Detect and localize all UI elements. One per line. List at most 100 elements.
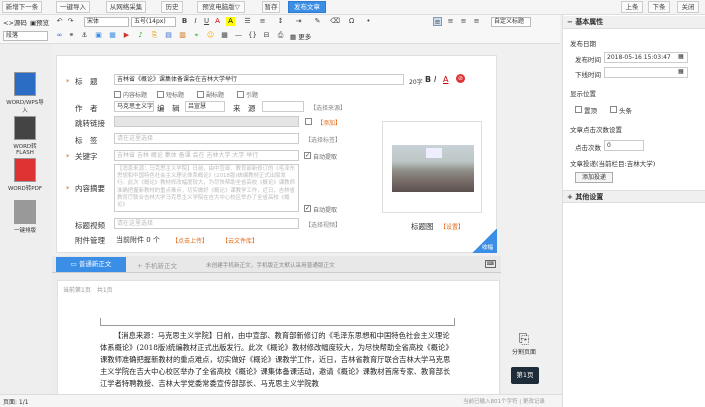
page-break-icon[interactable]: ⊟: [262, 31, 271, 40]
jump-link-checkbox[interactable]: [305, 118, 312, 125]
date-icon[interactable]: ▦: [220, 31, 229, 40]
image-icon[interactable]: ▣: [94, 31, 103, 40]
click-count-input[interactable]: 0: [604, 140, 644, 151]
page-indicator[interactable]: 第1页: [511, 367, 539, 384]
highlight-icon[interactable]: A: [226, 17, 235, 26]
basic-section-header[interactable]: − 基本属性: [563, 16, 705, 29]
bullet-icon[interactable]: •: [364, 17, 373, 26]
list-icon[interactable]: ☰: [243, 17, 252, 26]
video-icon[interactable]: ▶: [122, 31, 131, 40]
lead-title-checkbox[interactable]: [237, 91, 244, 98]
audio-icon[interactable]: ♪: [136, 31, 145, 40]
anchor-icon[interactable]: ⚓: [80, 31, 89, 40]
source-button[interactable]: <>源码: [3, 17, 27, 27]
italic-title-icon[interactable]: I: [434, 75, 436, 84]
upload-link[interactable]: 【点击上传】: [172, 236, 208, 245]
summary-auto-checkbox[interactable]: ✓: [304, 205, 311, 212]
content-title-checkbox[interactable]: [114, 91, 121, 98]
short-title-checkbox[interactable]: [157, 91, 164, 98]
keyword-auto-checkbox[interactable]: ✓: [304, 152, 311, 159]
select-video-link[interactable]: 【选择视频】: [305, 220, 341, 229]
save-draft-button[interactable]: 暂存: [262, 1, 280, 13]
word-pdf-tool[interactable]: WORD转PDF: [6, 158, 44, 192]
align-center-icon[interactable]: ≡: [446, 17, 455, 26]
editor-input[interactable]: 吕宣慧: [185, 101, 225, 112]
add-submit-button[interactable]: 添加投递: [575, 172, 613, 183]
paragraph-select[interactable]: 段落: [3, 31, 48, 41]
hr-icon[interactable]: —: [234, 31, 243, 40]
bold-title-icon[interactable]: B: [425, 75, 431, 84]
align-left-icon[interactable]: ≡: [433, 17, 442, 26]
jump-link-input[interactable]: [114, 116, 299, 127]
font-size-select[interactable]: 五号(14px): [131, 17, 176, 27]
multi-image-icon[interactable]: ▦: [108, 31, 117, 40]
color-title-icon[interactable]: A: [443, 75, 448, 84]
underline-icon[interactable]: U: [202, 17, 211, 26]
font-family-select[interactable]: 宋体: [84, 17, 129, 27]
redo-icon[interactable]: ↷: [66, 17, 75, 26]
keyword-input[interactable]: 吉林省 吉林 概论 集体 备课 会在 吉林大学 大学 举行: [114, 150, 299, 161]
preview-editor-button[interactable]: ▣预览: [30, 17, 49, 27]
close-button[interactable]: 关闭: [677, 1, 699, 13]
author-input[interactable]: 马克思主义字院: [114, 101, 154, 112]
pin-checkbox[interactable]: [575, 106, 582, 113]
special-icon[interactable]: Ω: [347, 17, 356, 26]
table-icon[interactable]: ▤: [164, 31, 173, 40]
prev-button[interactable]: 上条: [621, 1, 643, 13]
select-source-link[interactable]: 【选择来源】: [310, 103, 346, 112]
bold-icon[interactable]: B: [180, 17, 189, 26]
jump-add-link[interactable]: 【添加】: [317, 118, 341, 127]
sub-title-checkbox[interactable]: [197, 91, 204, 98]
summary-textarea[interactable]: 【消息来源：马克思主义学院】日前，由中宣部、教育部新修订的《毛泽东思想和中国特色…: [114, 164, 299, 212]
other-section-header[interactable]: + 其他设置: [563, 190, 705, 203]
word-import-tool[interactable]: WORD/WPS导入: [6, 72, 44, 114]
print-icon[interactable]: ⎙: [276, 31, 285, 40]
document-body-text[interactable]: 【消息来源：马克思主义学院】日前，由中宣部、教育部新修订的《毛泽东思想和中国特色…: [100, 330, 455, 395]
preview-pc-button[interactable]: 预览电脑版▽: [197, 1, 245, 13]
chart-icon[interactable]: ▥: [178, 31, 187, 40]
auto-layout-tool[interactable]: 一键排版: [6, 200, 44, 234]
title-style-select[interactable]: 自定义标题: [491, 17, 531, 27]
offline-time-calendar-icon[interactable]: ▦: [678, 68, 684, 75]
collect-button[interactable]: 从网络采集: [106, 1, 146, 13]
font-color-icon[interactable]: A: [213, 17, 222, 26]
title-image-set-link[interactable]: 【设置】: [440, 222, 464, 231]
erase-icon[interactable]: ⌫: [330, 17, 340, 26]
offline-time-input[interactable]: [604, 67, 688, 78]
tab-mobile-body[interactable]: + 手机新正文: [137, 260, 177, 270]
history-button[interactable]: 历史: [161, 1, 183, 13]
more-button[interactable]: ▦ 更多: [290, 31, 311, 41]
link-icon[interactable]: ∞: [55, 31, 64, 40]
unlink-icon[interactable]: ⚭: [67, 31, 76, 40]
keyboard-icon[interactable]: ⌨: [485, 260, 496, 268]
new-next-button[interactable]: 新增下一条: [2, 1, 42, 13]
publish-time-calendar-icon[interactable]: ▦: [678, 53, 684, 60]
ordered-list-icon[interactable]: ≡: [258, 17, 267, 26]
tab-normal-body[interactable]: ▭ 普通新正文: [56, 257, 126, 272]
select-tag-link[interactable]: 【选择标签】: [305, 135, 341, 144]
title-input[interactable]: 吉林省《概论》课集体备课会在吉林大学举行: [114, 74, 404, 85]
format-painter-icon[interactable]: ✎: [313, 17, 322, 26]
indent-icon[interactable]: ⇥: [294, 17, 303, 26]
headline-checkbox[interactable]: [610, 106, 617, 113]
align-right-icon[interactable]: ≡: [459, 17, 468, 26]
italic-icon[interactable]: I: [191, 17, 200, 26]
line-height-icon[interactable]: ↕: [276, 17, 285, 26]
source-input[interactable]: [262, 101, 304, 112]
status-chars[interactable]: 当前已输入801个字符 | 更改记录: [463, 397, 545, 405]
undo-icon[interactable]: ↶: [55, 17, 64, 26]
emoji-icon[interactable]: ☺: [206, 31, 215, 40]
map-icon[interactable]: ⌖: [192, 31, 201, 40]
split-page-button[interactable]: ⎘ 分割页面: [506, 332, 542, 356]
cloud-library-link[interactable]: 【云文件库】: [222, 236, 258, 245]
next-button[interactable]: 下条: [648, 1, 670, 13]
tag-input[interactable]: 请在这里选择: [114, 133, 299, 144]
attachment-icon[interactable]: ⎘: [150, 31, 159, 40]
word-flash-tool[interactable]: WORD转FLASH: [6, 116, 44, 156]
publish-button[interactable]: 发布文章: [288, 1, 326, 13]
video-input[interactable]: 请在这里选择: [114, 218, 299, 229]
code-block-icon[interactable]: {}: [248, 31, 257, 40]
publish-time-input[interactable]: 2018-05-16 15:03:47: [604, 52, 688, 63]
import-button[interactable]: 一键导入: [56, 1, 90, 13]
clear-title-icon[interactable]: ⊘: [456, 74, 465, 83]
